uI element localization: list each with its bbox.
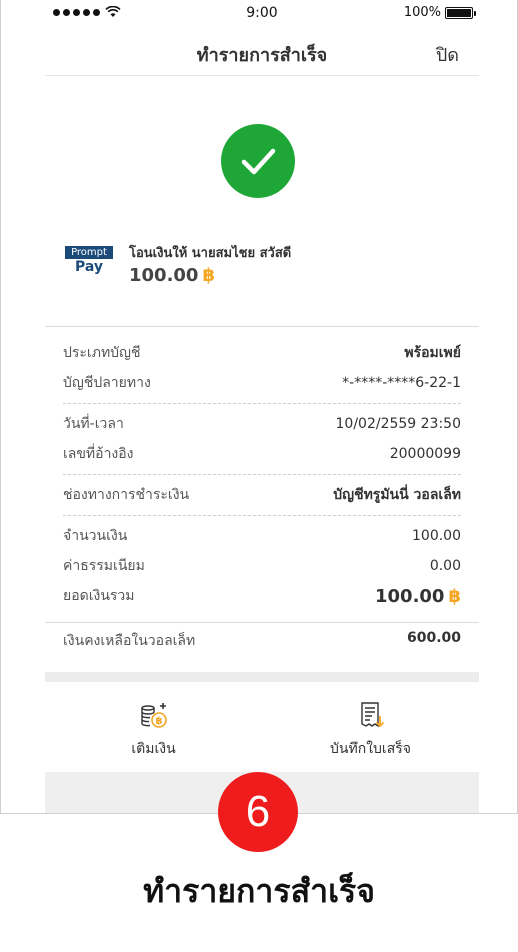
status-bar: 9:00 100% [45, 0, 479, 28]
detail-value: พร้อมเพย์ [404, 345, 461, 361]
step-caption: ทำรายการสำเร็จ [143, 872, 375, 910]
detail-value: 10/02/2559 23:50 [335, 416, 462, 432]
save-receipt-label: บันทึกใบเสร็จ [330, 741, 411, 757]
detail-row-account-type: ประเภทบัญชี พร้อมเพย์ [63, 338, 461, 368]
topup-button[interactable]: ฿ เติมเงิน [45, 694, 262, 772]
detail-label: ยอดเงินรวม [63, 588, 135, 604]
detail-row-fee: ค่าธรรมเนียม 0.00 [63, 551, 461, 581]
transfer-summary: Prompt Pay โอนเงินให้ นายสมไชย สวัสดี 10… [65, 238, 479, 294]
detail-row-datetime: วันที่-เวลา 10/02/2559 23:50 [63, 409, 461, 439]
battery-indicator: 100% [403, 5, 476, 20]
recipient-label: โอนเงินให้ นายสมไชย สวัสดี [129, 246, 292, 261]
detail-row-amount: จำนวนเงิน 100.00 [63, 521, 461, 551]
detail-label: บัญชีปลายทาง [63, 375, 151, 391]
transaction-details: ประเภทบัญชี พร้อมเพย์ บัญชีปลายทาง *-***… [63, 338, 461, 611]
section-divider [45, 326, 479, 327]
detail-value: 20000099 [389, 446, 461, 462]
save-receipt-button[interactable]: บันทึกใบเสร็จ [262, 694, 479, 772]
transfer-amount: 100.00 ฿ [129, 265, 291, 286]
app-screen: 9:00 100% ทำรายการสำเร็จ ปิด Prompt Pay [45, 0, 479, 813]
detail-label: จำนวนเงิน [63, 528, 128, 544]
baht-icon: ฿ [448, 585, 461, 607]
balance-value: 600.00 [406, 630, 461, 646]
nav-bar: ทำรายการสำเร็จ ปิด [45, 28, 479, 76]
detail-value: 0.00 [429, 558, 461, 574]
success-area [45, 76, 479, 198]
detail-value: *-****-****6-22-1 [342, 375, 461, 391]
detail-row-reference: เลขที่อ้างอิง 20000099 [63, 439, 461, 469]
battery-percent: 100% [403, 5, 441, 20]
topup-label: เติมเงิน [131, 741, 176, 757]
action-bar: ฿ เติมเงิน บันทึกใบเสร็จ [45, 694, 479, 772]
close-button[interactable]: ปิด [436, 40, 459, 69]
promptpay-logo: Prompt Pay [65, 246, 115, 282]
dashed-divider [63, 403, 461, 404]
detail-row-destination-account: บัญชีปลายทาง *-****-****6-22-1 [63, 368, 461, 398]
detail-label: ช่องทางการชำระเงิน [63, 487, 190, 503]
success-check-icon [221, 124, 295, 198]
baht-icon: ฿ [202, 265, 215, 286]
detail-value: 100.00 [412, 528, 461, 544]
dashed-divider [63, 515, 461, 516]
detail-label: เลขที่อ้างอิง [63, 446, 134, 462]
detail-label: วันที่-เวลา [63, 416, 124, 432]
coins-topup-icon: ฿ [140, 703, 167, 728]
promptpay-logo-top: Prompt [65, 246, 113, 259]
balance-label: เงินคงเหลือในวอลเล็ท [63, 633, 196, 649]
svg-text:฿: ฿ [155, 716, 162, 727]
detail-value: บัญชีทรูมันนี่ วอลเล็ท [333, 487, 461, 503]
transfer-text: โอนเงินให้ นายสมไชย สวัสดี 100.00 ฿ [129, 238, 291, 286]
detail-label: ค่าธรรมเนียม [63, 558, 145, 574]
section-divider [45, 622, 479, 623]
detail-label: ประเภทบัญชี [63, 345, 141, 361]
phone-frame: 9:00 100% ทำรายการสำเร็จ ปิด Prompt Pay [0, 0, 518, 814]
section-separator [45, 672, 479, 682]
detail-row-payment-channel: ช่องทางการชำระเงิน บัญชีทรูมันนี่ วอลเล็… [63, 480, 461, 510]
step-number-badge: 6 [218, 772, 298, 852]
battery-icon [445, 6, 476, 19]
wallet-balance-row: เงินคงเหลือในวอลเล็ท 600.00 [63, 630, 461, 652]
total-amount: 100.00 ฿ [375, 586, 461, 607]
detail-row-total: ยอดเงินรวม 100.00 ฿ [63, 581, 461, 611]
page-title: ทำรายการสำเร็จ [196, 45, 328, 66]
promptpay-logo-bottom: Pay [74, 259, 104, 275]
transfer-amount-value: 100.00 [129, 265, 199, 286]
receipt-download-icon [360, 702, 384, 728]
total-amount-value: 100.00 [375, 585, 445, 607]
dashed-divider [63, 474, 461, 475]
